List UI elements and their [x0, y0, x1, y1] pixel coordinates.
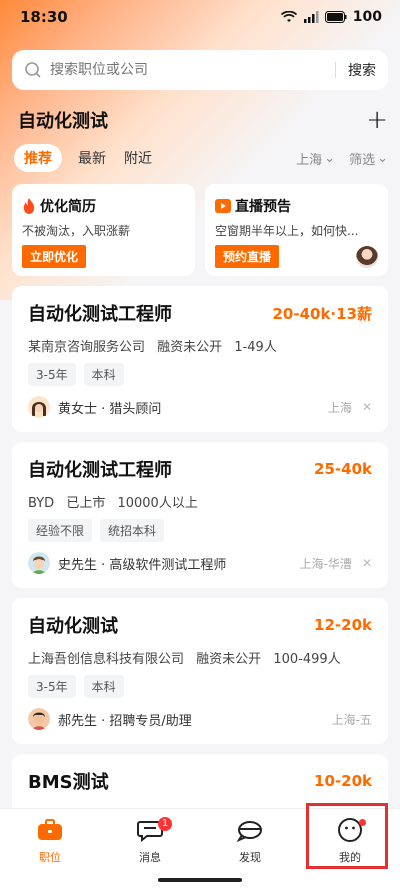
tab-recommend[interactable]: 推荐 — [14, 144, 62, 172]
search-bar[interactable]: 搜索 — [12, 50, 388, 90]
funding-stage: 融资未公开 — [157, 340, 223, 355]
optimize-now-button[interactable]: 立即优化 — [22, 245, 87, 268]
profile-dot-badge — [359, 819, 366, 826]
nav-label: 职位 — [39, 851, 61, 864]
promo-title: 优化简历 — [40, 199, 96, 215]
job-salary: 20-40k·13薪 — [272, 304, 372, 323]
filter-button[interactable]: 筛选 ⌄ — [349, 149, 388, 168]
job-salary: 12-20k — [314, 616, 372, 634]
company-size: 100-499人 — [273, 652, 341, 667]
dismiss-icon[interactable]: ✕ — [362, 400, 372, 414]
book-live-button[interactable]: 预约直播 — [215, 245, 280, 268]
nav-label: 消息 — [139, 851, 161, 864]
tab-latest[interactable]: 最新 — [78, 144, 106, 172]
recruiter-avatar — [28, 708, 50, 730]
company-name: 某南京咨询服务公司 — [28, 340, 146, 355]
job-salary: 25-40k — [314, 460, 372, 478]
job-tag: 经验不限 — [28, 519, 93, 542]
job-list: 自动化测试工程师 20-40k·13薪 某南京咨询服务公司 融资未公开 1-49… — [12, 286, 388, 888]
recruiter-avatar — [28, 552, 50, 574]
job-tag: 本科 — [83, 675, 124, 698]
funding-stage: 已上市 — [66, 496, 106, 511]
promo-title: 直播预告 — [235, 199, 291, 215]
nav-label: 发现 — [239, 851, 261, 864]
recruiter-info: 郝先生 · 招聘专员/助理 — [58, 713, 192, 729]
message-badge: 1 — [158, 817, 172, 831]
add-icon[interactable]: + — [366, 107, 388, 133]
status-icons: 100 — [280, 9, 382, 25]
search-divider — [335, 62, 336, 78]
company-info: 某南京咨询服务公司 融资未公开 1-49人 — [28, 336, 372, 355]
job-location: 上海 — [327, 400, 352, 415]
job-title: 自动化测试 — [28, 616, 118, 637]
chevron-down-icon: ⌄ — [377, 150, 388, 166]
company-size: 10000人以上 — [117, 496, 198, 511]
battery-level: 100 — [352, 9, 382, 25]
signal-icon — [303, 11, 319, 23]
home-indicator — [158, 878, 242, 882]
promo-card-live[interactable]: 直播预告 空窗期半年以上，如何快... 预约直播 — [205, 184, 388, 276]
search-button[interactable]: 搜索 — [348, 60, 376, 80]
job-card[interactable]: 自动化测试 12-20k 上海吾创信息科技有限公司 融资未公开 100-499人… — [12, 598, 388, 744]
recruiter-info: 史先生 · 高级软件测试工程师 — [58, 557, 227, 573]
recruiter-avatar — [28, 396, 50, 418]
briefcase-icon — [38, 819, 62, 840]
tab-row: 推荐 最新 附近 上海 ⌄ 筛选 ⌄ — [14, 144, 388, 172]
nav-profile[interactable]: 我的 — [310, 815, 390, 888]
job-tag: 本科 — [83, 363, 124, 386]
job-title: BMS测试 — [28, 772, 109, 793]
promo-desc: 不被淘汰，入职涨薪 — [22, 224, 131, 238]
nav-jobs[interactable]: 职位 — [10, 815, 90, 888]
nav-label: 我的 — [339, 851, 361, 864]
job-tag: 3-5年 — [28, 675, 76, 698]
title-row: 自动化测试 + — [18, 104, 388, 136]
status-time: 18:30 — [20, 8, 68, 26]
page-title[interactable]: 自动化测试 — [18, 107, 108, 133]
job-location: 上海-华漕 — [299, 556, 352, 571]
job-location: 上海-五 — [331, 712, 372, 727]
company-name: BYD — [28, 496, 55, 511]
wifi-icon — [280, 11, 297, 22]
bottom-nav: 职位 1 消息 发现 我的 — [0, 808, 400, 888]
company-size: 1-49人 — [234, 340, 277, 355]
job-tag: 统招本科 — [100, 519, 165, 542]
job-card[interactable]: 自动化测试工程师 25-40k BYD 已上市 10000人以上 经验不限 统招… — [12, 442, 388, 588]
filter-label: 筛选 — [349, 152, 376, 168]
job-title: 自动化测试工程师 — [28, 304, 172, 325]
discover-icon — [236, 821, 262, 842]
company-info: BYD 已上市 10000人以上 — [28, 492, 372, 511]
city-filter-label: 上海 — [296, 152, 323, 168]
search-input[interactable] — [50, 62, 323, 78]
fire-icon — [23, 198, 35, 214]
dismiss-icon[interactable]: ✕ — [362, 556, 372, 570]
host-avatar — [356, 246, 378, 268]
promo-row: 优化简历 不被淘汰，入职涨薪 立即优化 直播预告 空窗期半年以上，如何快... … — [12, 184, 388, 276]
play-icon — [215, 199, 231, 213]
company-name: 上海吾创信息科技有限公司 — [28, 652, 185, 667]
job-title: 自动化测试工程师 — [28, 460, 172, 481]
company-info: 上海吾创信息科技有限公司 融资未公开 100-499人 — [28, 648, 372, 667]
promo-card-resume[interactable]: 优化简历 不被淘汰，入职涨薪 立即优化 — [12, 184, 195, 276]
status-bar: 18:30 100 — [0, 0, 400, 34]
job-tag: 3-5年 — [28, 363, 76, 386]
tab-nearby[interactable]: 附近 — [124, 144, 152, 172]
battery-icon — [324, 11, 347, 23]
job-card[interactable]: 自动化测试工程师 20-40k·13薪 某南京咨询服务公司 融资未公开 1-49… — [12, 286, 388, 432]
chevron-down-icon: ⌄ — [324, 150, 336, 166]
job-salary: 10-20k — [314, 772, 372, 790]
funding-stage: 融资未公开 — [196, 652, 262, 667]
search-icon — [25, 62, 41, 78]
city-filter[interactable]: 上海 ⌄ — [296, 149, 335, 168]
promo-desc: 空窗期半年以上，如何快... — [215, 224, 359, 238]
recruiter-info: 黄女士 · 猎头顾问 — [58, 401, 162, 417]
